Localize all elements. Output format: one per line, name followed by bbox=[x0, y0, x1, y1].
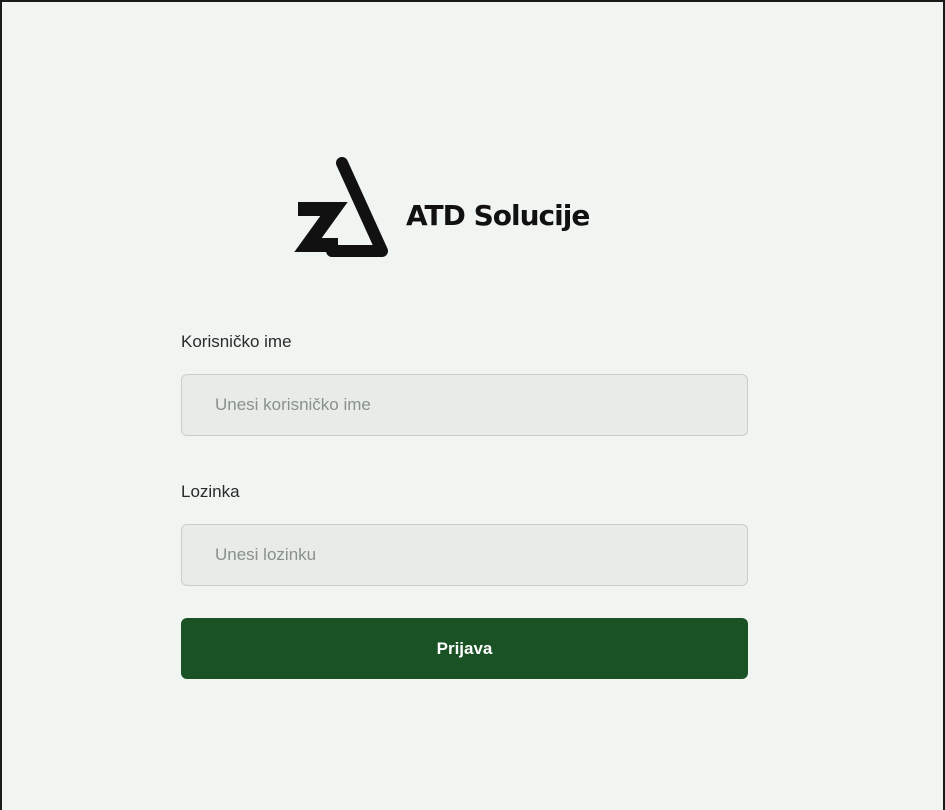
login-form: Korisničko ime Lozinka Prijava bbox=[181, 330, 748, 679]
password-label: Lozinka bbox=[181, 482, 240, 501]
login-button[interactable]: Prijava bbox=[181, 618, 748, 679]
username-label: Korisničko ime bbox=[181, 332, 292, 351]
password-input[interactable] bbox=[181, 524, 748, 586]
brand-name: ATD Solucije bbox=[406, 198, 590, 232]
atd-logo-icon bbox=[294, 157, 388, 257]
login-page: ATD Solucije Korisničko ime Lozinka Prij… bbox=[0, 0, 945, 810]
brand-logo: ATD Solucije bbox=[292, 157, 590, 267]
username-input[interactable] bbox=[181, 374, 748, 436]
